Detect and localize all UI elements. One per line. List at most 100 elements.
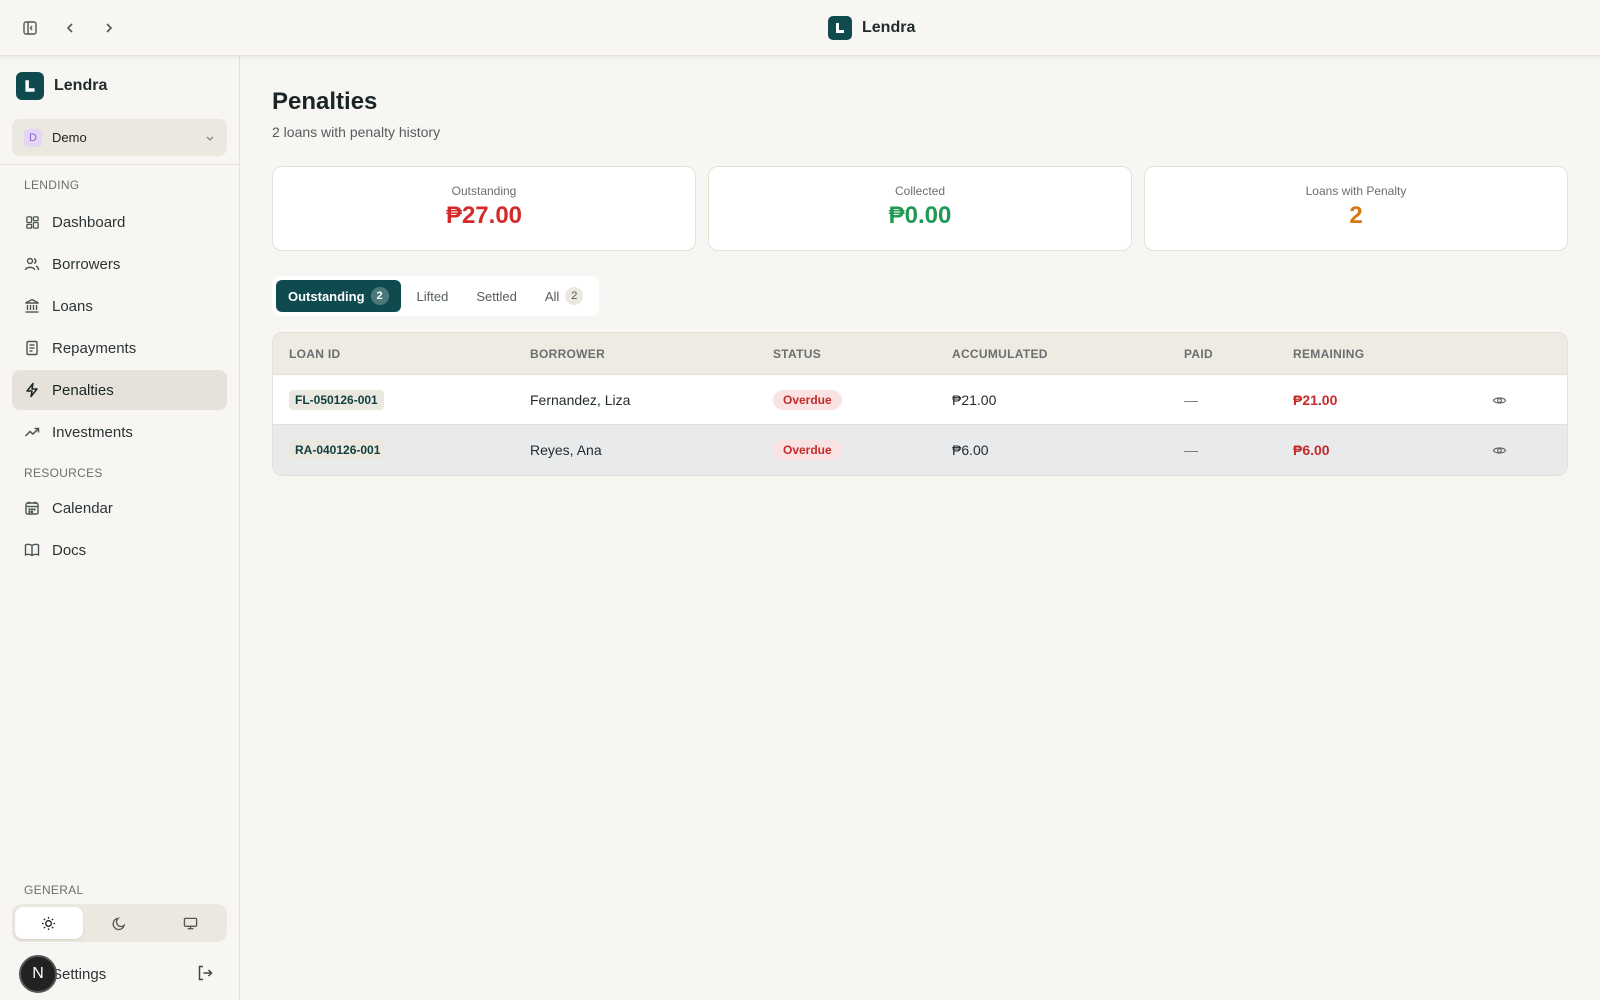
status-badge: Overdue: [773, 390, 842, 410]
calendar-icon: [24, 500, 40, 516]
sidebar-item-loans[interactable]: Loans: [12, 286, 227, 326]
sidebar-brand[interactable]: Lendra: [16, 72, 107, 100]
sidebar-item-label: Loans: [52, 297, 93, 315]
paid-amount: —: [1184, 442, 1198, 458]
users-icon: [24, 256, 40, 272]
remaining-amount: ₱21.00: [1293, 392, 1338, 408]
sun-icon: [41, 916, 56, 931]
stat-label: Collected: [894, 184, 946, 198]
sidebar-item-dashboard[interactable]: Dashboard: [12, 202, 227, 242]
column-header-paid[interactable]: PAID: [1184, 347, 1213, 361]
view-eye-icon[interactable]: [1492, 375, 1507, 425]
column-header-accumulated[interactable]: ACCUMULATED: [952, 347, 1048, 361]
moon-icon: [112, 916, 127, 931]
trend-up-icon: [24, 424, 40, 440]
sidebar-item-calendar[interactable]: Calendar: [12, 488, 227, 528]
table-row[interactable]: RA-040126-001 Reyes, Ana Overdue ₱6.00 —…: [273, 425, 1567, 475]
workspace-select[interactable]: D Demo: [12, 119, 227, 156]
sidebar-item-label: Repayments: [52, 339, 137, 357]
stat-card-collected: Collected ₱0.00: [708, 166, 1132, 251]
paid-amount: —: [1184, 392, 1198, 408]
tab-count-badge: 2: [370, 287, 389, 305]
sidebar-item-label: Dashboard: [52, 213, 126, 231]
bank-icon: [24, 298, 40, 314]
accumulated-amount: ₱6.00: [952, 442, 989, 458]
stat-card-loans-with-penalty: Loans with Penalty 2: [1144, 166, 1568, 251]
book-icon: [24, 542, 40, 558]
back-icon[interactable]: [56, 14, 84, 42]
column-header-loan-id[interactable]: LOAN ID: [289, 347, 340, 361]
column-header-status[interactable]: STATUS: [773, 347, 821, 361]
stat-value: 2: [1349, 202, 1363, 229]
tab-all[interactable]: All 2: [533, 280, 595, 312]
table-row[interactable]: FL-050126-001 Fernandez, Liza Overdue ₱2…: [273, 375, 1567, 425]
tab-settled[interactable]: Settled: [464, 280, 528, 312]
tab-lifted[interactable]: Lifted: [405, 280, 461, 312]
status-badge: Overdue: [773, 440, 842, 460]
sidebar-item-docs[interactable]: Docs: [12, 530, 227, 570]
sidebar-item-label: Investments: [52, 423, 133, 441]
system-theme-button[interactable]: [156, 907, 224, 939]
app-logo-icon: [16, 72, 44, 100]
lightning-icon: [24, 382, 40, 398]
page-subtitle: 2 loans with penalty history: [272, 124, 441, 140]
column-header-remaining[interactable]: REMAINING: [1293, 347, 1364, 361]
light-theme-button[interactable]: [15, 907, 83, 939]
toggle-sidebar-icon[interactable]: [16, 14, 44, 42]
user-avatar[interactable]: N: [19, 955, 57, 993]
chevron-down-icon: [205, 133, 215, 143]
table-header: LOAN ID BORROWER STATUS ACCUMULATED PAID…: [273, 333, 1567, 375]
stat-label: Outstanding: [451, 184, 517, 198]
dark-theme-button[interactable]: [86, 907, 154, 939]
penalty-tabs: Outstanding 2 Lifted Settled All 2: [272, 276, 600, 316]
stat-card-outstanding: Outstanding ₱27.00: [272, 166, 696, 251]
sidebar-item-label: Penalties: [52, 381, 114, 399]
top-brand: Lendra: [828, 16, 915, 40]
sidebar-item-penalties[interactable]: Penalties: [12, 370, 227, 410]
app-title: Lendra: [862, 19, 916, 36]
borrower-name: Fernandez, Liza: [530, 392, 631, 408]
main-content: Penalties 2 loans with penalty history O…: [240, 56, 1600, 1000]
sidebar-item-label: Calendar: [52, 499, 113, 517]
receipt-icon: [24, 340, 40, 356]
tab-label: Settled: [476, 288, 517, 304]
loan-id-chip[interactable]: RA-040126-001: [289, 440, 387, 460]
workspace-avatar: D: [24, 128, 42, 147]
sidebar-item-label: Docs: [52, 541, 87, 559]
sidebar-divider: [0, 164, 240, 165]
forward-icon[interactable]: [95, 14, 123, 42]
settings-row: Settings N: [12, 954, 227, 994]
sidebar: Lendra D Demo LENDING Dashboard Borrower…: [0, 56, 240, 1000]
stat-label: Loans with Penalty: [1305, 184, 1407, 198]
sidebar-item-repayments[interactable]: Repayments: [12, 328, 227, 368]
borrower-name: Reyes, Ana: [530, 442, 602, 458]
sidebar-item-label: Borrowers: [52, 255, 121, 273]
logout-icon[interactable]: [196, 964, 214, 982]
top-bar: Lendra: [0, 0, 1600, 56]
column-header-borrower[interactable]: BORROWER: [530, 347, 605, 361]
section-label-general: GENERAL: [24, 883, 84, 897]
tab-count-badge: 2: [565, 287, 584, 305]
theme-toggle: [12, 904, 227, 942]
stat-value: ₱27.00: [445, 202, 523, 229]
settings-link[interactable]: Settings: [52, 966, 106, 983]
dashboard-icon: [24, 214, 40, 230]
remaining-amount: ₱6.00: [1293, 442, 1330, 458]
tab-label: Outstanding: [288, 288, 365, 304]
tab-label: Lifted: [416, 288, 449, 304]
penalties-table: LOAN ID BORROWER STATUS ACCUMULATED PAID…: [272, 332, 1568, 476]
sidebar-app-name: Lendra: [54, 77, 108, 94]
accumulated-amount: ₱21.00: [952, 392, 997, 408]
loan-id-chip[interactable]: FL-050126-001: [289, 390, 384, 410]
tab-label: All: [544, 288, 560, 304]
sidebar-item-investments[interactable]: Investments: [12, 412, 227, 452]
section-label-lending: LENDING: [24, 178, 80, 192]
view-eye-icon[interactable]: [1492, 425, 1507, 475]
workspace-name: Demo: [52, 130, 87, 145]
app-logo-icon: [828, 16, 852, 40]
stat-value: ₱0.00: [888, 202, 952, 229]
sidebar-item-borrowers[interactable]: Borrowers: [12, 244, 227, 284]
monitor-icon: [183, 916, 198, 931]
section-label-resources: RESOURCES: [24, 466, 103, 480]
tab-outstanding[interactable]: Outstanding 2: [276, 280, 401, 312]
